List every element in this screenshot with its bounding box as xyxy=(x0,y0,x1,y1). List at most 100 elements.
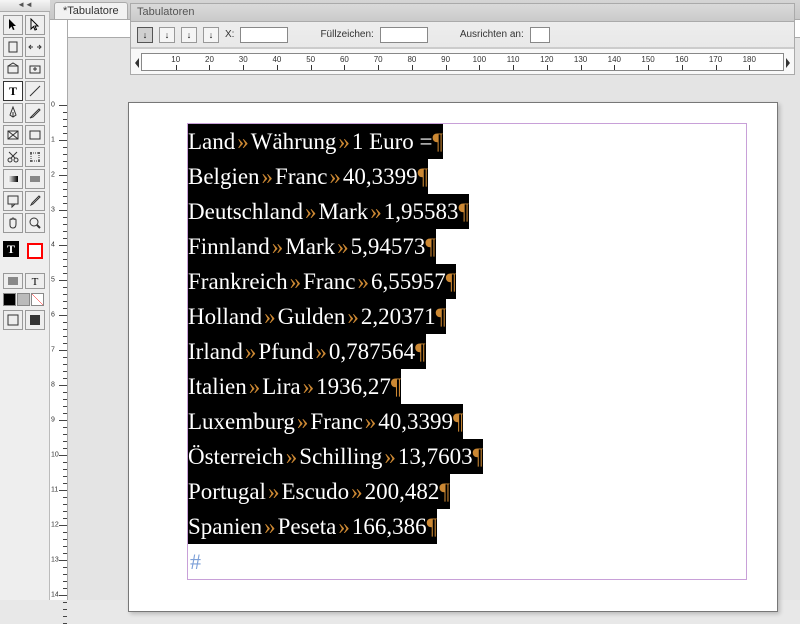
direct-selection-tool[interactable] xyxy=(25,15,45,35)
ruler-tick-label: 20 xyxy=(205,55,214,64)
gradient-feather-tool[interactable] xyxy=(25,169,45,189)
collapse-bar[interactable]: ◄◄ xyxy=(0,0,50,12)
vruler-label: 1 xyxy=(51,137,55,144)
text-segment: Deutschland xyxy=(188,194,303,229)
type-tool[interactable]: T xyxy=(3,81,23,101)
pilcrow-character: ¶ xyxy=(473,439,483,474)
tab-character: » xyxy=(363,404,379,439)
page-tool[interactable] xyxy=(3,37,23,57)
ruler-tick-label: 40 xyxy=(272,55,281,64)
pilcrow-character: ¶ xyxy=(427,509,437,544)
text-segment: Italien xyxy=(188,369,247,404)
ruler-tick-label: 150 xyxy=(641,55,654,64)
text-segment: Gulden xyxy=(278,299,346,334)
vruler-label: 13 xyxy=(51,557,59,564)
rectangle-frame-tool[interactable] xyxy=(3,125,23,145)
text-segment: 6,55957 xyxy=(371,264,446,299)
selection-tool[interactable] xyxy=(3,15,23,35)
swap-fill-stroke[interactable] xyxy=(25,241,45,261)
view-normal[interactable] xyxy=(3,310,23,330)
tab-decimal-icon[interactable]: ↓ xyxy=(203,27,219,43)
fill-stroke-type[interactable]: T xyxy=(3,241,23,265)
ruler-tick-label: 10 xyxy=(171,55,180,64)
free-transform-tool[interactable] xyxy=(25,147,45,167)
tabs-panel-title[interactable]: Tabulatoren xyxy=(131,4,794,22)
rectangle-tool[interactable] xyxy=(25,125,45,145)
text-line: Deutschland » Mark » 1,95583¶ xyxy=(188,194,746,229)
apply-color-swatch[interactable] xyxy=(3,293,16,306)
formatting-text[interactable]: T xyxy=(25,273,45,289)
ruler-tick-label: 90 xyxy=(441,55,450,64)
text-line: Frankreich » Franc » 6,55957¶ xyxy=(188,264,746,299)
pilcrow-character: ¶ xyxy=(436,299,446,334)
tab-ruler[interactable]: 1020304050607080901001101201301401501601… xyxy=(141,53,784,71)
tab-character: » xyxy=(262,509,278,544)
text-segment: Holland xyxy=(188,299,262,334)
text-frame[interactable]: Land » Währung » 1 Euro =¶Belgien » Fran… xyxy=(187,123,747,580)
ruler-tick-label: 130 xyxy=(574,55,587,64)
ruler-scroll-left-icon[interactable] xyxy=(133,56,141,70)
text-segment: Portugal xyxy=(188,474,266,509)
vruler-label: 4 xyxy=(51,242,55,249)
content-placer-tool[interactable] xyxy=(25,59,45,79)
pilcrow-character: ¶ xyxy=(446,264,456,299)
page: Land » Währung » 1 Euro =¶Belgien » Fran… xyxy=(128,102,778,612)
align-input[interactable] xyxy=(530,27,550,43)
tab-character: » xyxy=(336,124,352,159)
x-label: X: xyxy=(225,29,234,40)
ruler-scroll-right-icon[interactable] xyxy=(784,56,792,70)
view-preview[interactable] xyxy=(25,310,45,330)
text-segment: Luxemburg xyxy=(188,404,295,439)
ruler-tick-label: 170 xyxy=(709,55,722,64)
pencil-tool[interactable] xyxy=(25,103,45,123)
line-tool[interactable] xyxy=(25,81,45,101)
ruler-tick-label: 110 xyxy=(507,55,520,64)
tabs-panel: Tabulatoren ↓ ↓ ↓ ↓ X: Füllzeichen: Ausr… xyxy=(130,3,795,75)
ruler-tick-label: 140 xyxy=(608,55,621,64)
apply-none-swatch[interactable] xyxy=(31,293,44,306)
formatting-container[interactable] xyxy=(3,273,23,289)
text-segment: 1,95583 xyxy=(384,194,459,229)
text-line: Österreich » Schilling » 13,7603¶ xyxy=(188,439,746,474)
ruler-tick-label: 120 xyxy=(540,55,553,64)
ruler-tick-label: 80 xyxy=(407,55,416,64)
vruler-label: 11 xyxy=(51,487,58,494)
tab-character: » xyxy=(262,299,278,334)
tab-right-icon[interactable]: ↓ xyxy=(181,27,197,43)
text-segment: Pfund xyxy=(258,334,313,369)
text-segment: 166,386 xyxy=(352,509,427,544)
pilcrow-character: ¶ xyxy=(433,124,443,159)
pilcrow-character: ¶ xyxy=(415,334,425,369)
hand-tool[interactable] xyxy=(3,213,23,233)
vruler-label: 0 xyxy=(51,102,55,109)
pilcrow-character: ¶ xyxy=(453,404,463,439)
tab-character: » xyxy=(327,159,343,194)
pilcrow-character: ¶ xyxy=(459,194,469,229)
tab-character: » xyxy=(335,229,351,264)
align-label: Ausrichten an: xyxy=(460,29,524,40)
gradient-swatch-tool[interactable] xyxy=(3,169,23,189)
fill-input[interactable] xyxy=(380,27,428,43)
zoom-tool[interactable] xyxy=(25,213,45,233)
tab-character: » xyxy=(382,439,398,474)
gap-tool[interactable] xyxy=(25,37,45,57)
content-collector-tool[interactable] xyxy=(3,59,23,79)
tab-character: » xyxy=(295,404,311,439)
tab-character: » xyxy=(313,334,329,369)
tab-center-icon[interactable]: ↓ xyxy=(159,27,175,43)
vruler-label: 8 xyxy=(51,382,55,389)
scissors-tool[interactable] xyxy=(3,147,23,167)
apply-gradient-swatch[interactable] xyxy=(17,293,30,306)
eyedropper-tool[interactable] xyxy=(25,191,45,211)
vruler-label: 2 xyxy=(51,172,55,179)
vruler-label: 9 xyxy=(51,417,55,424)
vruler-label: 5 xyxy=(51,277,55,284)
text-segment: Spanien xyxy=(188,509,262,544)
note-tool[interactable] xyxy=(3,191,23,211)
x-input[interactable] xyxy=(240,27,288,43)
pen-tool[interactable] xyxy=(3,103,23,123)
document-area: 01234567891011121314 Land » Währung » 1 … xyxy=(50,20,800,600)
tab-left-icon[interactable]: ↓ xyxy=(137,27,153,43)
document-tab[interactable]: *Tabulatore xyxy=(54,2,128,19)
text-line: Italien » Lira » 1936,27¶ xyxy=(188,369,746,404)
